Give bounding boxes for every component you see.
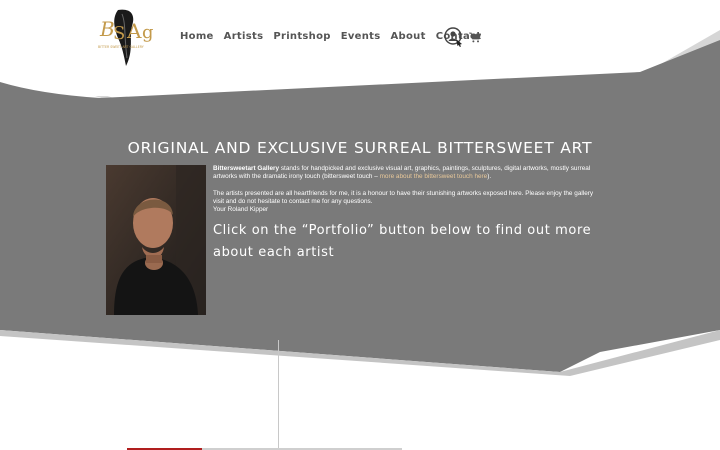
user-account-icon[interactable] — [444, 27, 464, 47]
hero-headline: ORIGINAL AND EXCLUSIVE SURREAL BITTERSWE… — [127, 139, 593, 157]
artists-paragraph: The artists presented are all heartfrien… — [213, 189, 594, 206]
svg-text:A: A — [126, 19, 142, 43]
intro-paragraph: Bittersweetart Gallery stands for handpi… — [213, 165, 603, 182]
gallery-name: Bittersweetart Gallery — [213, 165, 280, 172]
intro-text: Bittersweetart Gallery stands for handpi… — [213, 165, 603, 215]
gallery-logo[interactable]: B S A g BITTER SWEET ART GALLERY — [96, 6, 160, 70]
nav-home[interactable]: Home — [180, 31, 214, 42]
shopping-cart-icon[interactable] — [469, 32, 481, 43]
svg-text:BITTER SWEET ART GALLERY: BITTER SWEET ART GALLERY — [98, 45, 144, 49]
nav-artists[interactable]: Artists — [224, 31, 264, 42]
signature: Your Roland Kipper — [213, 206, 269, 214]
site-header: B S A g BITTER SWEET ART GALLERY Home Ar… — [0, 0, 720, 80]
bittersweet-touch-link[interactable]: more about the bittersweet touch here — [380, 173, 488, 180]
svg-text:g: g — [142, 22, 154, 43]
nav-printshop[interactable]: Printshop — [273, 31, 330, 42]
svg-text:S: S — [113, 23, 125, 44]
column-divider — [278, 340, 279, 450]
nav-about[interactable]: About — [391, 31, 426, 42]
intro-end: ). — [487, 173, 492, 181]
nav-events[interactable]: Events — [341, 31, 381, 42]
portfolio-cta-text: Click on the “Portfolio” button below to… — [213, 223, 592, 260]
artist-portrait-image — [106, 165, 206, 315]
